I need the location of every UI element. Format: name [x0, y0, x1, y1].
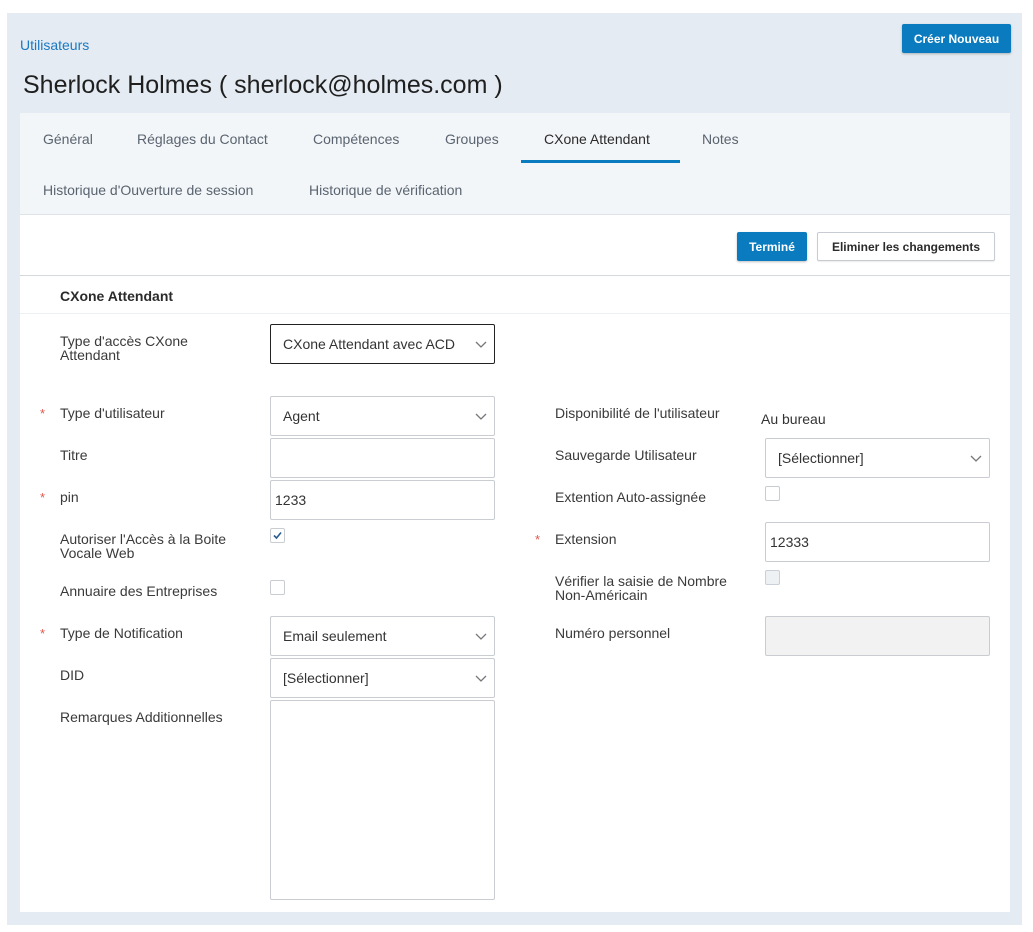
breadcrumb-users[interactable]: Utilisateurs [20, 37, 89, 53]
pin-label: pin [60, 489, 79, 505]
checkmark-icon [273, 531, 282, 540]
did-label: DID [60, 667, 85, 683]
title-label: Titre [60, 447, 88, 463]
create-new-button[interactable]: Créer Nouveau [902, 24, 1011, 53]
required-marker: * [40, 490, 46, 505]
did-select[interactable]: [Sélectionner] [270, 658, 495, 698]
voicemail-access-checkbox[interactable] [270, 528, 285, 543]
chevron-down-icon [475, 413, 487, 420]
chevron-down-icon [475, 633, 487, 640]
did-value: [Sélectionner] [283, 670, 369, 686]
chevron-down-icon [475, 341, 487, 348]
user-type-label: Type d'utilisateur [60, 405, 165, 421]
notification-type-value: Email seulement [283, 628, 387, 644]
personal-number-label: Numéro personnel [555, 625, 671, 641]
company-directory-label: Annuaire des Entreprises [60, 583, 218, 599]
tab-notes[interactable]: Notes [702, 131, 739, 147]
tab-general[interactable]: Général [43, 131, 93, 147]
user-backup-select[interactable]: [Sélectionner] [765, 438, 990, 478]
user-type-value: Agent [283, 408, 320, 424]
non-american-checkbox[interactable] [765, 570, 780, 585]
page-title: Sherlock Holmes ( sherlock@holmes.com ) [23, 71, 503, 99]
chevron-down-icon [970, 455, 982, 462]
user-backup-label: Sauvegarde Utilisateur [555, 447, 697, 463]
auto-extension-checkbox[interactable] [765, 486, 780, 501]
voicemail-access-label: Autoriser l'Accès à la Boite Vocale Web [60, 531, 227, 561]
user-panel: Général Réglages du Contact Compétences … [20, 113, 1010, 912]
user-backup-value: [Sélectionner] [778, 450, 864, 466]
section-title: CXone Attendant [60, 288, 174, 304]
extension-label: Extension [555, 531, 617, 547]
notification-type-label: Type de Notification [60, 625, 183, 641]
tab-audit-history[interactable]: Historique de vérification [309, 182, 462, 198]
company-directory-checkbox[interactable] [270, 580, 285, 595]
tab-skills[interactable]: Compétences [313, 131, 399, 147]
tab-contact-settings[interactable]: Réglages du Contact [137, 131, 268, 147]
divider [20, 275, 1010, 276]
done-button[interactable]: Terminé [737, 232, 807, 261]
personal-number-input[interactable] [765, 616, 990, 656]
remarks-textarea[interactable] [270, 700, 495, 900]
divider [20, 313, 1010, 314]
extension-input[interactable]: 12333 [765, 522, 990, 562]
availability-label: Disponibilité de l'utilisateur [555, 405, 720, 421]
discard-changes-button[interactable]: Eliminer les changements [817, 232, 995, 261]
tab-login-history[interactable]: Historique d'Ouverture de session [43, 182, 253, 198]
required-marker: * [40, 626, 46, 641]
access-type-label: Type d'accès CXone Attendant [60, 333, 188, 363]
tab-bar: Général Réglages du Contact Compétences … [20, 113, 1010, 215]
pin-input[interactable]: 1233 [270, 480, 495, 520]
notification-type-select[interactable]: Email seulement [270, 616, 495, 656]
user-type-select[interactable]: Agent [270, 396, 495, 436]
extension-value: 12333 [770, 534, 809, 550]
active-tab-indicator [521, 160, 680, 163]
access-type-select[interactable]: CXone Attendant avec ACD [270, 324, 495, 364]
remarks-label: Remarques Additionnelles [60, 709, 223, 725]
non-american-label: Vérifier la saisie de Nombre Non-América… [555, 573, 727, 603]
tab-groups[interactable]: Groupes [445, 131, 499, 147]
auto-extension-label: Extention Auto-assignée [555, 489, 706, 505]
tab-cxone-attendant[interactable]: CXone Attendant [544, 131, 650, 147]
availability-value: Au bureau [761, 411, 826, 427]
required-marker: * [40, 406, 46, 421]
required-marker: * [535, 532, 541, 547]
pin-value: 1233 [275, 492, 307, 508]
access-type-value: CXone Attendant avec ACD [283, 336, 455, 352]
chevron-down-icon [475, 675, 487, 682]
title-input[interactable] [270, 438, 495, 478]
